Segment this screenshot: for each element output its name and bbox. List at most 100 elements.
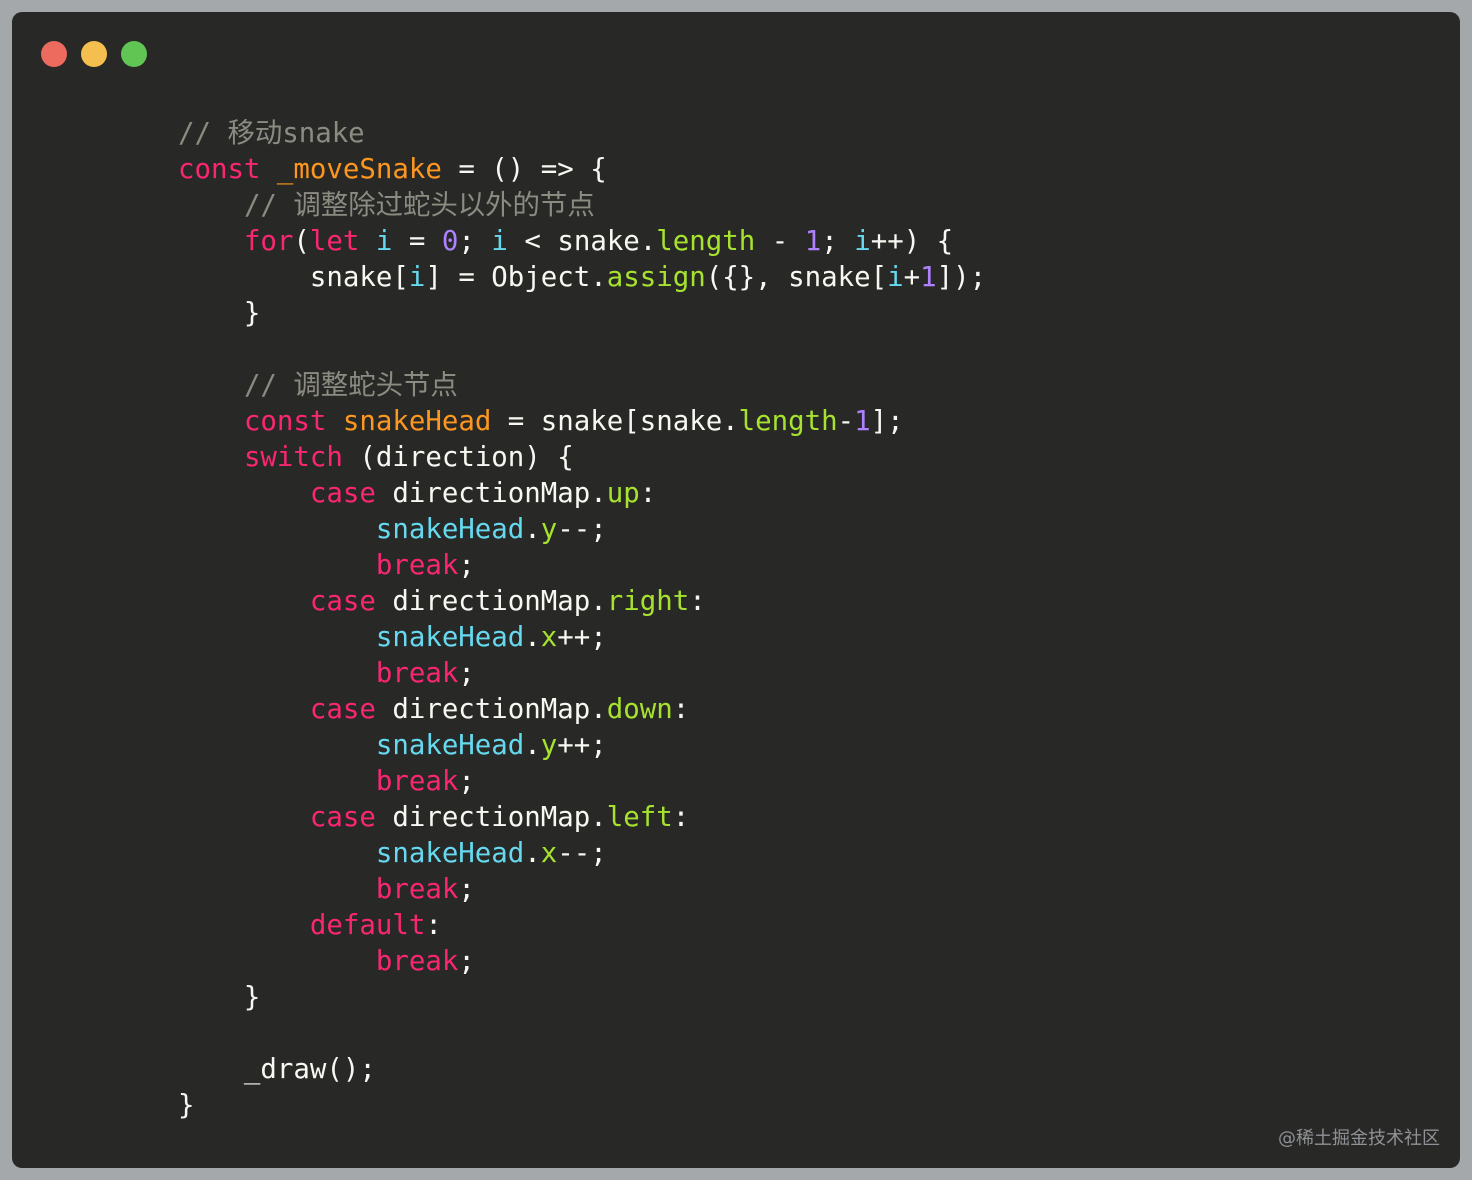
code-token-property: x — [540, 622, 558, 653]
code-line: case directionMap.up: — [112, 476, 986, 512]
code-token: ]; — [870, 406, 904, 437]
code-token: . — [524, 514, 541, 545]
code-token-variable: snakeHead — [375, 730, 525, 761]
code-token-property: left — [606, 802, 673, 833]
code-token-property: y — [540, 514, 558, 545]
code-token-comment: // 调整除过蛇头以外的节点 — [243, 190, 595, 221]
code-token: ; — [821, 226, 855, 257]
code-token-function: snakeHead — [342, 406, 492, 437]
code-token-property: down — [606, 694, 673, 725]
code-token-keyword: break — [375, 658, 459, 689]
code-token-comment: // 调整蛇头节点 — [243, 370, 458, 401]
code-line: snakeHead.y--; — [112, 512, 986, 548]
code-token: ++) { — [870, 226, 954, 257]
code-token: : — [425, 910, 442, 941]
code-token-keyword: break — [375, 766, 459, 797]
code-line: switch (direction) { — [112, 440, 986, 476]
code-line: // 调整除过蛇头以外的节点 — [112, 188, 986, 224]
code-token: ; — [458, 226, 492, 257]
code-token: . — [524, 622, 541, 653]
close-button[interactable] — [41, 41, 67, 67]
code-token: directionMap. — [375, 694, 607, 725]
watermark: @稀土掘金技术社区 — [1278, 1128, 1440, 1149]
code-line: _draw(); — [112, 1052, 986, 1088]
code-line: const _moveSnake = () => { — [112, 152, 986, 188]
code-token: : — [639, 478, 657, 509]
code-token-keyword: case — [309, 802, 376, 833]
code-token-number: 1 — [920, 262, 937, 293]
code-line: case directionMap.left: — [112, 800, 986, 836]
code-token: : — [689, 586, 706, 617]
code-token: . — [524, 730, 541, 761]
code-token-property: assign — [606, 262, 706, 293]
code-token-number: 1 — [854, 406, 871, 437]
code-token: directionMap. — [375, 478, 607, 509]
code-line: // 调整蛇头节点 — [112, 368, 986, 404]
minimize-button[interactable] — [81, 41, 107, 67]
code-token: ]); — [936, 262, 987, 293]
maximize-button[interactable] — [121, 41, 147, 67]
code-token-variable: snakeHead — [375, 622, 525, 653]
code-token: directionMap. — [375, 586, 607, 617]
code-token: ; — [458, 874, 475, 905]
code-token: --; — [557, 838, 607, 869]
code-token: ++; — [557, 730, 607, 761]
code-token: directionMap. — [375, 802, 607, 833]
code-token-variable: i — [854, 226, 871, 257]
code-token-variable: snakeHead — [375, 514, 525, 545]
code-line: break; — [112, 656, 986, 692]
code-token: ; — [458, 766, 475, 797]
code-token-number: 0 — [441, 226, 459, 257]
code-token: ++; — [557, 622, 607, 653]
code-token-variable: i — [408, 262, 426, 293]
code-token: + — [903, 262, 921, 293]
code-token: } — [112, 298, 261, 329]
code-token: : — [672, 694, 690, 725]
code-line: case directionMap.down: — [112, 692, 986, 728]
code-line: snakeHead.x++; — [112, 620, 986, 656]
code-token: < snake. — [507, 226, 657, 257]
code-line: break; — [112, 872, 986, 908]
code-token-comment: // 移动snake — [177, 118, 365, 149]
code-token-keyword: break — [375, 874, 459, 905]
code-token-keyword: const — [177, 154, 261, 185]
code-token: = () => { — [441, 154, 607, 185]
code-token: ( — [293, 226, 310, 257]
code-token-property: right — [606, 586, 690, 617]
code-token-keyword: default — [309, 910, 426, 941]
code-token-property: length — [656, 226, 756, 257]
code-token: snake[ — [112, 262, 409, 293]
code-block: // 移动snake const _moveSnake = () => { //… — [112, 116, 986, 1124]
code-token-keyword: case — [309, 478, 376, 509]
code-line: default: — [112, 908, 986, 944]
code-token: } — [112, 982, 261, 1013]
code-line: snakeHead.y++; — [112, 728, 986, 764]
code-token: ; — [458, 946, 475, 977]
code-token-variable: snakeHead — [375, 838, 525, 869]
code-line: } — [112, 980, 986, 1016]
code-token-keyword: case — [309, 586, 376, 617]
code-token-keyword: break — [375, 550, 459, 581]
code-line: } — [112, 1088, 986, 1124]
code-token: . — [524, 838, 541, 869]
code-line: break; — [112, 944, 986, 980]
code-token: ({}, snake[ — [705, 262, 888, 293]
